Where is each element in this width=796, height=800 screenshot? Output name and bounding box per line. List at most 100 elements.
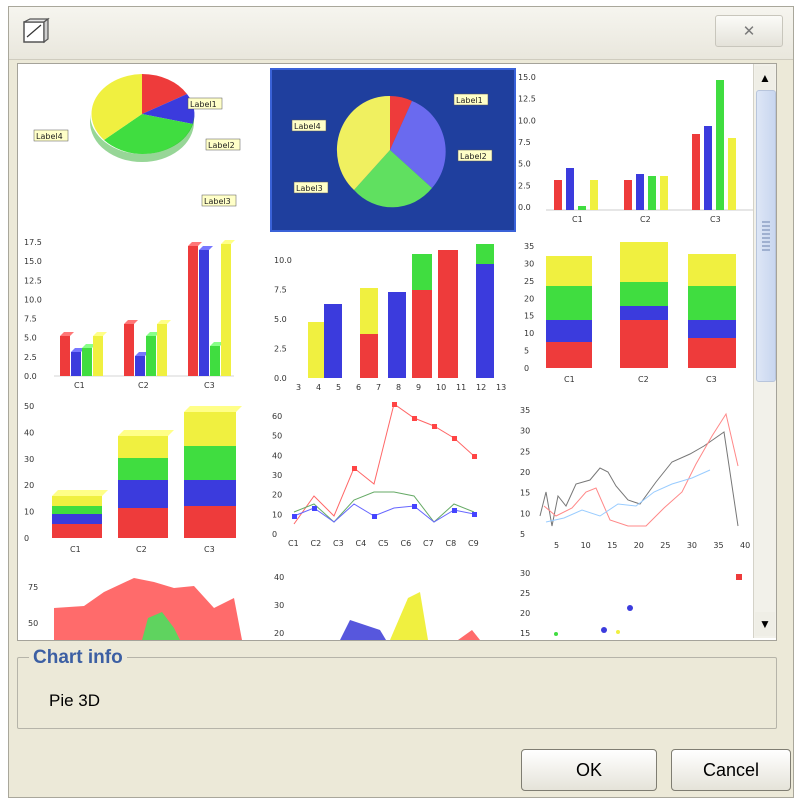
bar-3d-chart-y-tick: 7.5 bbox=[24, 315, 37, 324]
stacked-area-chart-thumb[interactable]: 40 30 20 bbox=[270, 568, 516, 640]
pie3d-label-2: Label2 bbox=[460, 152, 487, 161]
scroll-down-button[interactable]: ▼ bbox=[755, 612, 775, 636]
line-chart-x-tick: C6 bbox=[401, 539, 412, 548]
cancel-button[interactable]: Cancel bbox=[671, 749, 791, 791]
chart-info-title: Chart info bbox=[29, 647, 127, 669]
chart-info-group bbox=[17, 657, 777, 729]
scatter-y-tick-3: 20 bbox=[520, 609, 530, 618]
area-chart-thumb[interactable]: 75 50 bbox=[24, 568, 270, 640]
xy-bar-chart-thumb[interactable]: 10.0 7.5 5.0 2.5 0.0 3 4 5 6 7 8 9 10 11 12 13 bbox=[270, 232, 516, 396]
stacked-bar-chart-svg: 35 30 25 20 15 10 5 0 C1 C2 C3 bbox=[524, 242, 736, 384]
stacked-bar-3d-chart-thumb[interactable]: 50 40 30 20 10 0 C1 C2 C3 bbox=[24, 396, 270, 568]
bar-chart-thumb[interactable]: 15.0 12.5 10.0 7.5 5.0 2.5 0.0 C1 C2 C3 bbox=[516, 68, 766, 232]
stacked-area-chart-svg: 40 30 20 bbox=[274, 573, 480, 640]
line-chart-x-tick: C2 bbox=[311, 539, 322, 548]
xy-bar-chart-x-tick: 3 bbox=[296, 383, 301, 392]
pie-3d-chart-thumb[interactable]: Label1 Label2 Label3 Label4 bbox=[270, 68, 516, 232]
line-chart-x-tick: C7 bbox=[423, 539, 434, 548]
chart-thumbnail-grid: Label1 Label2 Label3 Label4 Label1 Label… bbox=[24, 68, 774, 640]
line-chart-y-tick: 20 bbox=[272, 491, 282, 500]
stacked-bar-chart-thumb[interactable]: 35 30 25 20 15 10 5 0 C1 C2 C3 bbox=[516, 232, 766, 396]
stacked-bar-3d-chart-y-tick: 20 bbox=[24, 481, 34, 490]
line-chart-x-tick: C9 bbox=[468, 539, 479, 548]
area-chart-svg: 75 50 bbox=[28, 578, 242, 640]
xy-line-chart-x-tick: 15 bbox=[607, 541, 617, 550]
pie-label-3: Label3 bbox=[204, 197, 231, 206]
stacked-bar-3d-chart-y-tick: 10 bbox=[24, 508, 34, 517]
sarea-y-tick-1: 40 bbox=[274, 573, 284, 582]
app-icon bbox=[23, 17, 50, 44]
bar3d-x-tick-1: C1 bbox=[74, 381, 85, 390]
stacked-bar-3d-chart-y-tick: 0 bbox=[24, 534, 29, 543]
close-button[interactable]: ✕ bbox=[715, 15, 783, 47]
stacked-x-tick-3: C3 bbox=[706, 375, 717, 384]
pie-3d-chart-svg: Label1 Label2 Label3 Label4 bbox=[291, 93, 493, 208]
scatter-y-tick-1: 30 bbox=[520, 569, 530, 578]
line-chart-x-tick: C3 bbox=[333, 539, 344, 548]
xy-line-chart-y-tick: 25 bbox=[520, 447, 530, 456]
stacked-bar-chart-y-tick: 15 bbox=[524, 312, 534, 321]
xy-line-chart-thumb[interactable]: 35 30 25 20 15 10 5 5 10 15 20 25 30 35 40 bbox=[516, 396, 766, 568]
pie-chart-svg: Label1 Label2 Label3 Label4 bbox=[33, 74, 241, 207]
xy-line-chart-x-tick: 20 bbox=[634, 541, 644, 550]
stacked-bar-chart-y-tick: 0 bbox=[524, 364, 529, 373]
xy-bar-chart-svg: 10.0 7.5 5.0 2.5 0.0 3 4 5 6 7 8 9 10 11 12 13 bbox=[274, 244, 506, 392]
pie-label-4: Label4 bbox=[36, 132, 63, 141]
bar-y-tick: 2.5 bbox=[518, 181, 531, 190]
chart-info-value: Pie 3D bbox=[49, 691, 101, 710]
ok-button[interactable]: OK bbox=[521, 749, 657, 791]
pie-label-2: Label2 bbox=[208, 141, 235, 150]
xy-line-chart-x-tick: 25 bbox=[660, 541, 670, 550]
line-chart-y-tick: 60 bbox=[272, 412, 282, 421]
bar-3d-chart-thumb[interactable]: 17.5 15.0 12.5 10.0 7.5 5.0 2.5 0.0 C1 C… bbox=[24, 232, 270, 396]
xy-line-chart-y-tick: 35 bbox=[520, 406, 530, 415]
grip-icon bbox=[762, 221, 770, 251]
xy-bar-chart-x-tick: 13 bbox=[496, 383, 506, 392]
line-chart-thumb[interactable]: 60 50 40 30 20 10 0 C1 C2 C3 C4 C5 C6 C7 C8 C9 bbox=[270, 396, 516, 568]
bar-3d-chart-y-tick: 15.0 bbox=[24, 257, 42, 266]
stacked3d-x-tick-2: C2 bbox=[136, 545, 147, 554]
xy-bar-chart-x-tick: 8 bbox=[396, 383, 401, 392]
scatter-chart-thumb[interactable]: 30 25 20 15 bbox=[516, 568, 766, 640]
xy-bar-chart-y-tick: 0.0 bbox=[274, 374, 287, 383]
pie3d-label-1: Label1 bbox=[456, 96, 483, 105]
xy-bar-chart-x-tick: 4 bbox=[316, 383, 321, 392]
stacked-bar-chart-y-tick: 30 bbox=[524, 259, 534, 268]
bar-x-tick-3: C3 bbox=[710, 215, 721, 224]
area-y-tick-1: 75 bbox=[28, 583, 38, 592]
bar-3d-chart-y-tick: 10.0 bbox=[24, 295, 42, 304]
vertical-scrollbar[interactable]: ▲ ▼ bbox=[753, 64, 776, 638]
pie-chart-thumb[interactable]: Label1 Label2 Label3 Label4 bbox=[24, 68, 270, 232]
bar-3d-chart-y-tick: 17.5 bbox=[24, 238, 42, 247]
bar-y-tick: 10.0 bbox=[518, 116, 536, 125]
arrow-down-icon: ▼ bbox=[759, 617, 771, 631]
line-chart-x-tick: C8 bbox=[446, 539, 457, 548]
bar-y-tick: 0.0 bbox=[518, 203, 531, 212]
bar-3d-chart-y-tick: 0.0 bbox=[24, 372, 37, 381]
arrow-up-icon: ▲ bbox=[759, 71, 771, 85]
stacked-bar-chart-y-tick: 25 bbox=[524, 277, 534, 286]
scroll-up-button[interactable]: ▲ bbox=[755, 66, 775, 90]
stacked-bar-chart-y-tick: 35 bbox=[524, 242, 534, 251]
xy-bar-chart-y-tick: 2.5 bbox=[274, 345, 287, 354]
xy-line-chart-y-tick: 5 bbox=[520, 530, 525, 539]
line-chart-x-tick: C5 bbox=[378, 539, 389, 548]
bar-y-tick: 5.0 bbox=[518, 160, 531, 169]
xy-bar-chart-y-tick: 10.0 bbox=[274, 256, 292, 265]
bar-y-tick: 12.5 bbox=[518, 95, 536, 104]
scatter-y-tick-4: 15 bbox=[520, 629, 530, 638]
xy-line-chart-y-tick: 15 bbox=[520, 489, 530, 498]
line-chart-x-tick: C4 bbox=[356, 539, 367, 548]
chart-gallery: Label1 Label2 Label3 Label4 Label1 Label… bbox=[17, 63, 777, 641]
bar-3d-chart-svg: 17.515.012.510.07.55.02.50.0 C1 C2 C3 bbox=[24, 238, 235, 390]
stacked-bar-chart-y-tick: 20 bbox=[524, 294, 534, 303]
line-chart-y-tick: 10 bbox=[272, 510, 282, 519]
chart-chooser-dialog: ✕ Label1 Label2 Label3 Label4 Label1 Lab… bbox=[8, 6, 794, 798]
scroll-thumb[interactable] bbox=[756, 90, 776, 382]
xy-bar-chart-x-tick: 10 bbox=[436, 383, 446, 392]
stacked-bar-3d-chart-y-tick: 50 bbox=[24, 402, 34, 411]
stacked-x-tick-2: C2 bbox=[638, 375, 649, 384]
xy-bar-chart-x-tick: 12 bbox=[476, 383, 486, 392]
bar-x-tick-2: C2 bbox=[640, 215, 651, 224]
xy-bar-chart-y-tick: 5.0 bbox=[274, 315, 287, 324]
